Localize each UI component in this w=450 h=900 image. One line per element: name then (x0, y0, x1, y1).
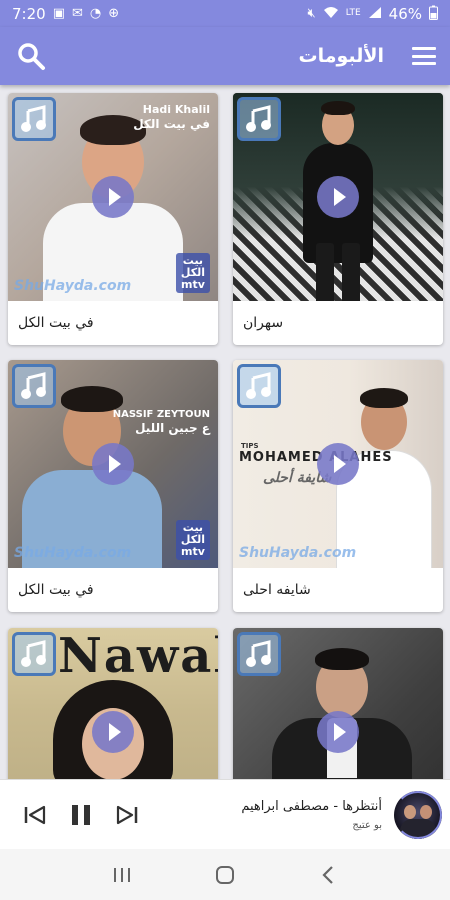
album-card[interactable]: Nawal (8, 628, 218, 788)
track-subtitle: بو عتيج (352, 819, 382, 831)
album-card[interactable]: TIPS MOHAMED ALAHES شايفة أحلى ShuHayda.… (233, 360, 443, 612)
cover-artist-name: Hadi Khalil (142, 103, 210, 116)
album-title: سهران (243, 315, 284, 331)
cover-artist-text: Hadi Khalil في بيت الكل (133, 103, 210, 133)
badge-line: mtv (180, 277, 205, 291)
album-card[interactable]: سهران (233, 93, 443, 345)
play-icon[interactable] (317, 443, 359, 485)
vpn-icon: ⊕ (108, 6, 120, 21)
progress-ring (394, 790, 442, 839)
app-bar: الألبومات (0, 27, 450, 85)
album-cover: TIPS MOHAMED ALAHES شايفة أحلى ShuHayda.… (233, 360, 443, 568)
lte-icon: LTE (345, 8, 361, 18)
signal-icon (368, 6, 382, 22)
badge-line: بيت (182, 253, 204, 267)
album-card[interactable]: NASSIF ZEYTOUN ع جبين الليل بيت الكل mtv… (8, 360, 218, 612)
skip-previous-icon (24, 805, 46, 824)
badge-line: mtv (180, 544, 205, 558)
play-icon[interactable] (92, 711, 134, 753)
album-cover (233, 628, 443, 788)
pause-icon (72, 804, 90, 825)
battery-icon (429, 5, 438, 23)
watermark: ShuHayda.com (239, 545, 357, 561)
search-button[interactable] (16, 41, 46, 71)
album-title: في بيت الكل (18, 315, 94, 331)
cover-artist-name: NASSIF ZEYTOUN (112, 409, 210, 420)
play-icon[interactable] (92, 176, 134, 218)
status-time: 7:20 (12, 4, 46, 23)
wifi-icon (323, 6, 339, 22)
status-left: 7:20 ▣ ✉ ◔ ⊕ (12, 5, 119, 23)
cover-artist-text: NASSIF ZEYTOUN ع جبين الليل (113, 408, 210, 437)
music-note-logo (237, 632, 281, 676)
home-icon (215, 865, 234, 884)
status-bar: 7:20 ▣ ✉ ◔ ⊕ 🔇︎ LTE 46% (0, 0, 450, 27)
cover-artist-name: MOHAMED ALAHES (239, 450, 393, 465)
cover-label-tips: TIPS (241, 442, 259, 450)
channel-badge: بيت الكل mtv (175, 252, 210, 293)
search-icon (18, 43, 45, 70)
album-title: في بيت الكل (18, 582, 94, 598)
watermark: ShuHayda.com (14, 278, 132, 294)
channel-badge: بيت الكل mtv (175, 519, 210, 560)
album-title: شايفه احلى (243, 582, 311, 598)
previous-button[interactable] (20, 800, 50, 830)
track-artwork[interactable] (394, 790, 442, 839)
system-nav-bar (0, 849, 450, 900)
whatsapp-icon: ◔ (89, 6, 102, 21)
gallery-icon: ▣ (52, 6, 65, 21)
recents-button[interactable] (107, 860, 137, 890)
play-icon[interactable] (317, 711, 359, 753)
music-note-logo (12, 632, 56, 676)
player-controls (20, 800, 142, 830)
page-title: الألبومات (298, 45, 384, 67)
album-cover: NASSIF ZEYTOUN ع جبين الليل بيت الكل mtv… (8, 360, 218, 568)
recents-icon (113, 867, 130, 882)
mail-icon: ✉ (71, 6, 83, 21)
album-cover: Hadi Khalil في بيت الكل بيت الكل mtv Shu… (8, 93, 218, 301)
music-note-logo (12, 364, 56, 408)
play-icon[interactable] (317, 176, 359, 218)
cover-album-name: ع جبين الليل (135, 421, 210, 435)
cover-album-name: في بيت الكل (133, 117, 210, 132)
next-button[interactable] (112, 800, 142, 830)
album-card[interactable]: Hadi Khalil في بيت الكل بيت الكل mtv Shu… (8, 93, 218, 345)
play-icon[interactable] (92, 443, 134, 485)
music-note-logo (12, 97, 56, 141)
album-cover: Nawal (8, 628, 218, 788)
home-button[interactable] (210, 860, 240, 890)
badge-line: بيت (182, 520, 204, 534)
track-info[interactable]: أنتظرها - مصطفى ابراهيم بو عتيج (142, 799, 394, 831)
music-note-logo (237, 364, 281, 408)
mini-player[interactable]: أنتظرها - مصطفى ابراهيم بو عتيج (0, 779, 450, 849)
battery-percent: 46% (388, 4, 422, 23)
track-title: أنتظرها - مصطفى ابراهيم (241, 798, 382, 814)
watermark: ShuHayda.com (14, 545, 132, 561)
skip-next-icon (116, 805, 138, 824)
music-note-logo (237, 97, 281, 141)
album-card[interactable] (233, 628, 443, 788)
back-icon (322, 865, 334, 884)
status-right: 🔇︎ LTE 46% (307, 5, 438, 23)
menu-icon[interactable] (412, 47, 436, 65)
mute-icon: 🔇︎ (307, 6, 316, 21)
app-bar-right: الألبومات (299, 45, 436, 67)
back-button[interactable] (313, 860, 343, 890)
pause-button[interactable] (66, 800, 96, 830)
album-cover (233, 93, 443, 301)
